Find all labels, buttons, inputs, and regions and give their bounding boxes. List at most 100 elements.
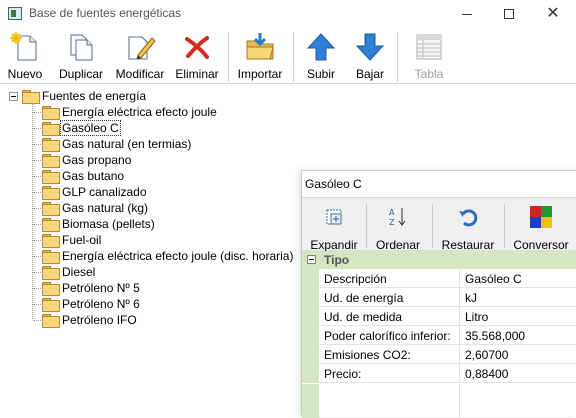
tree-item-label: GLP canalizado bbox=[62, 185, 147, 199]
duplicate-button[interactable]: Duplicar bbox=[58, 30, 104, 84]
tree-guide-line bbox=[33, 224, 41, 225]
panel-title: Gasóleo C bbox=[302, 171, 576, 197]
folder-icon bbox=[22, 90, 40, 104]
tree-item[interactable]: GLP canalizado bbox=[42, 184, 147, 200]
panel-toolbar-separator bbox=[504, 204, 505, 248]
import-folder-icon bbox=[244, 31, 276, 63]
converter-label: Conversor bbox=[513, 238, 569, 252]
folder-icon bbox=[42, 314, 60, 328]
property-value[interactable]: kJ bbox=[465, 291, 477, 305]
tree-item-label: Energía eléctrica efecto joule bbox=[62, 105, 217, 119]
tree-item[interactable]: Gas propano bbox=[42, 152, 131, 168]
folder-icon bbox=[42, 106, 60, 120]
property-row[interactable]: Poder calorífico inferior: 35.568,000 bbox=[302, 326, 576, 345]
folder-icon bbox=[42, 186, 60, 200]
minimize-icon bbox=[462, 13, 472, 15]
folder-icon bbox=[42, 266, 60, 280]
tree-guide-line bbox=[33, 320, 41, 321]
grid-gutter bbox=[302, 288, 319, 307]
grid-column-divider bbox=[459, 288, 460, 307]
property-value[interactable]: 2,60700 bbox=[465, 348, 508, 362]
category-collapse-toggle[interactable] bbox=[307, 255, 316, 264]
tree-item[interactable]: Biomasa (pellets) bbox=[42, 216, 155, 232]
tree-collapse-toggle[interactable] bbox=[9, 92, 18, 101]
tree-item[interactable]: Fuel-oil bbox=[42, 232, 101, 248]
delete-label: Eliminar bbox=[175, 67, 219, 81]
grid-gutter bbox=[302, 384, 319, 418]
grid-gutter bbox=[302, 326, 319, 345]
arrow-down-icon bbox=[354, 31, 386, 63]
properties-panel: Gasóleo C Expandir A Z Ordenar Restaurar… bbox=[301, 170, 576, 418]
property-value[interactable]: Gasóleo C bbox=[465, 272, 522, 286]
tree-guide-line bbox=[33, 288, 41, 289]
grid-gutter bbox=[302, 364, 319, 383]
tree-item[interactable]: Energía eléctrica efecto joule bbox=[42, 104, 217, 120]
category-label: Tipo bbox=[324, 253, 350, 267]
property-row[interactable]: Precio: 0,88400 bbox=[302, 364, 576, 383]
sort-az-icon: A Z bbox=[386, 205, 410, 229]
property-name: Emisiones CO2: bbox=[324, 348, 411, 362]
minimize-button[interactable] bbox=[447, 0, 487, 28]
converter-button[interactable]: Conversor bbox=[512, 200, 570, 252]
grid-column-divider bbox=[459, 326, 460, 345]
table-label: Tabla bbox=[414, 67, 444, 81]
delete-x-icon bbox=[181, 31, 213, 63]
property-value[interactable]: 0,88400 bbox=[465, 367, 508, 381]
grid-column-divider bbox=[459, 384, 460, 418]
tree-item[interactable]: Energía eléctrica efecto joule (disc. ho… bbox=[42, 248, 293, 264]
property-row[interactable]: Ud. de energía kJ bbox=[302, 288, 576, 307]
panel-toolbar: Expandir A Z Ordenar Restaurar Conversor bbox=[302, 197, 576, 252]
edit-button[interactable]: Modificar bbox=[115, 30, 165, 84]
panel-toolbar-separator bbox=[366, 204, 367, 248]
grid-column-divider bbox=[459, 364, 460, 383]
tree-item[interactable]: Diesel bbox=[42, 264, 95, 280]
tree-item-label: Gas natural (kg) bbox=[62, 201, 149, 215]
tree-item[interactable]: Gas natural (kg) bbox=[42, 200, 148, 216]
tree-item-label: Gas propano bbox=[62, 153, 132, 167]
folder-icon bbox=[42, 250, 60, 264]
tree-item[interactable]: Petróleno IFO bbox=[42, 312, 137, 328]
grid-gutter bbox=[302, 345, 319, 364]
close-button[interactable]: ✕ bbox=[533, 0, 573, 28]
panel-toolbar-separator bbox=[432, 204, 433, 248]
property-row[interactable]: Descripción Gasóleo C bbox=[302, 269, 576, 288]
table-icon bbox=[413, 31, 445, 63]
tree-guide-line bbox=[33, 256, 41, 257]
tree-root[interactable]: Fuentes de energía bbox=[22, 88, 146, 104]
folder-icon bbox=[42, 218, 60, 232]
property-row[interactable]: Ud. de medida Litro bbox=[302, 307, 576, 326]
sort-button[interactable]: A Z Ordenar bbox=[374, 200, 422, 252]
category-row[interactable]: Tipo bbox=[302, 251, 576, 269]
tree-item[interactable]: Gas butano bbox=[42, 168, 124, 184]
move-up-button[interactable]: Subir bbox=[303, 30, 339, 84]
property-value[interactable]: 35.568,000 bbox=[465, 329, 525, 343]
edit-label: Modificar bbox=[115, 67, 165, 81]
new-button[interactable]: Nuevo bbox=[6, 30, 44, 84]
tree-guide-line bbox=[33, 112, 41, 113]
svg-text:Z: Z bbox=[389, 218, 395, 227]
folder-icon bbox=[42, 282, 60, 296]
property-row[interactable]: Emisiones CO2: 2,60700 bbox=[302, 345, 576, 364]
table-button[interactable]: Tabla bbox=[410, 30, 448, 84]
property-value[interactable]: Litro bbox=[465, 310, 488, 324]
property-name: Descripción bbox=[324, 272, 387, 286]
maximize-button[interactable] bbox=[489, 0, 529, 28]
app-icon bbox=[8, 7, 22, 20]
delete-button[interactable]: Eliminar bbox=[175, 30, 219, 84]
restore-label: Restaurar bbox=[441, 238, 495, 252]
tree-item[interactable]: Gas natural (en termias) bbox=[42, 136, 191, 152]
tree-item-label: Petróleno Nº 6 bbox=[62, 297, 140, 311]
move-down-button[interactable]: Bajar bbox=[352, 30, 388, 84]
tree-item[interactable]: Petróleno Nº 6 bbox=[42, 296, 140, 312]
tree-item[interactable]: Gasóleo C bbox=[42, 120, 121, 136]
tree-item-label: Petróleno IFO bbox=[62, 313, 137, 327]
tree-guide-line bbox=[33, 272, 41, 273]
expand-button[interactable]: Expandir bbox=[310, 200, 358, 252]
property-name: Precio: bbox=[324, 367, 362, 381]
tree-guide-line bbox=[33, 128, 41, 129]
svg-text:A: A bbox=[389, 208, 395, 217]
import-button[interactable]: Importar bbox=[236, 30, 284, 84]
restore-button[interactable]: Restaurar bbox=[440, 200, 496, 252]
tree-item[interactable]: Petróleno Nº 5 bbox=[42, 280, 140, 296]
restore-icon bbox=[456, 205, 480, 229]
